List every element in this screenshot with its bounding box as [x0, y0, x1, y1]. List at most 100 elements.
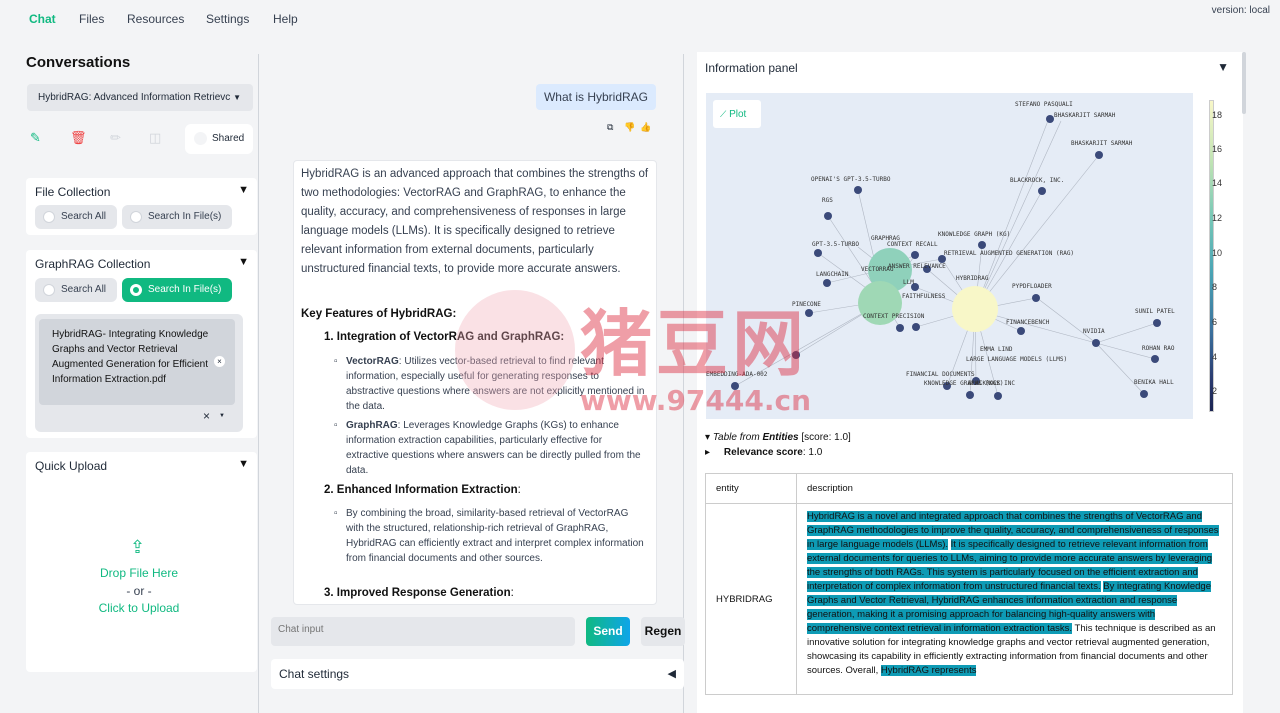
bullet-bold: VectorRAG: [346, 356, 399, 367]
graph-node[interactable]: [1153, 319, 1161, 327]
graph-node[interactable]: [952, 286, 998, 332]
divider: [258, 54, 259, 713]
thumbs-down-icon[interactable]: 👎: [624, 122, 635, 133]
send-button[interactable]: Send: [586, 617, 630, 646]
copy-icon[interactable]: ⧉: [607, 122, 613, 133]
graph-label: BHASKARJIT SARMAH: [1054, 112, 1116, 119]
shared-label: Shared: [212, 133, 245, 144]
graph-label: CONTEXT PRECISION: [863, 313, 925, 320]
graph-node[interactable]: [1017, 327, 1025, 335]
thumbs-up-icon[interactable]: 👍: [640, 122, 651, 133]
nav-tab-chat[interactable]: Chat: [29, 12, 56, 26]
nav-tab-help[interactable]: Help: [273, 12, 298, 26]
graph-node[interactable]: [1038, 187, 1046, 195]
graph-node[interactable]: [1092, 339, 1100, 347]
conversation-select[interactable]: HybridRAG: Advanced Information Retrievc…: [27, 84, 253, 111]
graph-label: NVIDIA: [1083, 328, 1105, 335]
drop-file-text: Drop File Here: [99, 566, 179, 580]
collapse-triangle-icon[interactable]: ▼: [238, 256, 249, 268]
key-features-heading: Key Features of HybridRAG:: [301, 308, 457, 320]
upload-icon: ⇪: [130, 537, 146, 557]
graph-node[interactable]: [978, 241, 986, 249]
graph-label: LANGCHAIN: [816, 271, 849, 278]
entity-cell: HYBRIDRAG: [705, 503, 797, 695]
graph-node[interactable]: [966, 391, 974, 399]
graphrag-search-all-label: Search All: [61, 284, 107, 295]
file-collection-panel: File Collection ▼ Search All Search In F…: [26, 178, 257, 235]
chat-input[interactable]: [271, 617, 575, 646]
layout-icon[interactable]: ◫: [149, 130, 161, 146]
graph-node[interactable]: [854, 186, 862, 194]
regen-button[interactable]: Regen: [641, 617, 685, 646]
colorbar-ticks: 18 16 14 12 10 8 6 4 2: [1212, 110, 1232, 410]
file-search-all-radio[interactable]: Search All: [35, 205, 117, 229]
graph-node[interactable]: [814, 249, 822, 257]
remove-file-icon[interactable]: ×: [214, 356, 225, 367]
relevance-label: Relevance score: [723, 447, 803, 458]
graph-node[interactable]: [1140, 390, 1148, 398]
bullet-icon: ▫: [334, 356, 338, 367]
graphrag-collection-title: GraphRAG Collection: [35, 257, 151, 271]
graph-node[interactable]: [823, 279, 831, 287]
graph-node[interactable]: [824, 212, 832, 220]
graph-label: ROHAN RAO: [1142, 345, 1175, 352]
relevance-summary[interactable]: ▸ Relevance score: 1.0: [705, 447, 822, 458]
nav-tab-settings[interactable]: Settings: [206, 12, 249, 26]
selected-file-name: HybridRAG- Integrating Knowledge Graphs …: [52, 329, 209, 385]
relevance-value: : 1.0: [802, 447, 823, 458]
collapse-triangle-icon[interactable]: ▼: [1217, 60, 1229, 74]
plot-button[interactable]: ⟋ Plot: [713, 100, 761, 128]
information-panel-title: Information panel: [705, 61, 798, 75]
graph-node[interactable]: [911, 251, 919, 259]
click-to-upload-text: Click to Upload: [98, 601, 180, 615]
chevron-down-icon: ▼: [233, 93, 241, 102]
feature-item-2: 2. Enhanced Information Extraction:: [324, 484, 521, 496]
nav-tab-files[interactable]: Files: [79, 12, 104, 26]
upload-dropzone[interactable]: ⇪ Drop File Here - or - Click to Upload: [26, 482, 257, 652]
collapse-triangle-icon[interactable]: ▼: [238, 184, 249, 196]
collapse-triangle-icon[interactable]: ▼: [238, 458, 249, 470]
version-label: version: local: [1211, 5, 1270, 16]
shared-checkbox[interactable]: [194, 132, 207, 145]
feature-item-3-label: 3. Improved Response Generation: [324, 587, 511, 599]
file-collection-title: File Collection: [35, 185, 111, 199]
description-cell: HybridRAG is a novel and integrated appr…: [796, 503, 1233, 695]
clear-icon[interactable]: ×: [203, 409, 210, 423]
colorbar-tick: 14: [1212, 178, 1223, 188]
quick-upload-title: Quick Upload: [35, 459, 108, 473]
shared-toggle[interactable]: Shared: [185, 124, 253, 154]
graph-node[interactable]: [1151, 355, 1159, 363]
table-row: HYBRIDRAG HybridRAG is a novel and integ…: [705, 503, 1233, 695]
file-search-in-files-radio[interactable]: Search In File(s): [122, 205, 232, 229]
nav-tab-resources[interactable]: Resources: [127, 12, 184, 26]
description-text: HybridRAG is a novel and integrated appr…: [807, 510, 1222, 694]
rename-icon[interactable]: ✏: [110, 130, 121, 146]
graphrag-search-in-files-label: Search In File(s): [148, 284, 222, 295]
graphrag-search-all-radio[interactable]: Search All: [35, 278, 117, 302]
top-nav: Chat Files Resources Settings Help versi…: [0, 0, 1280, 40]
collapse-triangle-icon[interactable]: ◀: [668, 667, 676, 680]
entities-table: entity description HYBRIDRAG HybridRAG i…: [705, 473, 1233, 695]
graph-node[interactable]: [1095, 151, 1103, 159]
graph-node[interactable]: [896, 324, 904, 332]
scrollbar[interactable]: [1242, 52, 1246, 114]
graph-node[interactable]: [1032, 294, 1040, 302]
graph-node[interactable]: [994, 392, 1002, 400]
delete-icon[interactable]: 🗑: [70, 130, 87, 146]
table-details-summary[interactable]: ▾ Table from Entities [score: 1.0]: [705, 432, 851, 443]
file-multiselect[interactable]: HybridRAG- Integrating Knowledge Graphs …: [35, 314, 243, 432]
graph-node[interactable]: [1046, 115, 1054, 123]
graph-label: LLM: [903, 279, 914, 286]
file-search-all-label: Search All: [61, 211, 107, 222]
new-chat-icon[interactable]: ✎: [30, 130, 41, 146]
conversation-select-value: HybridRAG: Advanced Information Retrievc: [38, 92, 231, 103]
graphrag-search-in-files-radio[interactable]: Search In File(s): [122, 278, 232, 302]
dropdown-chevron-icon[interactable]: ▼: [219, 413, 225, 419]
graph-label: HYBRIDRAG: [956, 275, 989, 282]
graph-label: RGS: [822, 197, 833, 204]
bullet-text: By combining the broad, similarity-based…: [346, 508, 644, 564]
graph-label: FINANCEBENCH: [1006, 319, 1050, 326]
colorbar-tick: 8: [1212, 282, 1218, 292]
chat-settings-panel[interactable]: Chat settings ◀: [271, 659, 684, 689]
graph-node[interactable]: [912, 323, 920, 331]
